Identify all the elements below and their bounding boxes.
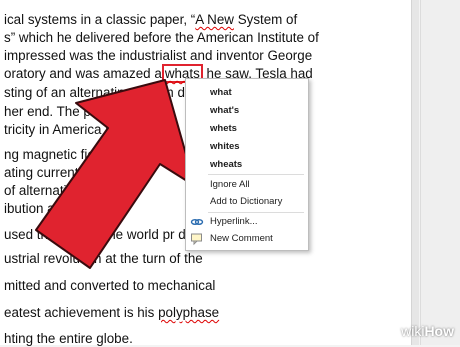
ignore-all-item[interactable]: Ignore All	[210, 179, 250, 191]
add-to-dictionary-item[interactable]: Add to Dictionary	[210, 196, 282, 208]
new-comment-item[interactable]: New Comment	[210, 233, 273, 245]
watermark: wikiHow	[401, 323, 454, 339]
suggestion-whats-apostrophe[interactable]: what's	[210, 105, 239, 117]
suggestion-whets[interactable]: whets	[210, 123, 237, 135]
menu-divider	[208, 212, 304, 213]
hyperlink-item[interactable]: Hyperlink...	[210, 216, 258, 228]
spelling-context-menu: what what's whets whites wheats Ignore A…	[185, 78, 309, 251]
comment-icon	[191, 233, 202, 246]
red-arrow-icon	[35, 79, 196, 269]
menu-divider	[208, 174, 304, 175]
suggestion-wheats[interactable]: wheats	[210, 159, 242, 171]
suggestion-what[interactable]: what	[210, 87, 232, 99]
suggestion-whites[interactable]: whites	[210, 141, 240, 153]
hyperlink-icon	[190, 218, 204, 225]
